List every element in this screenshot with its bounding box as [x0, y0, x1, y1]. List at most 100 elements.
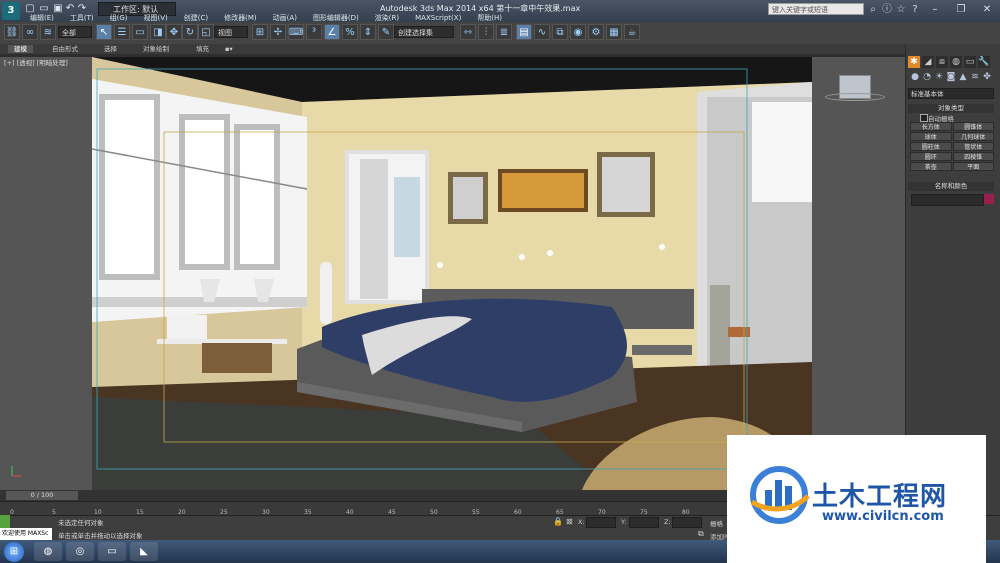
- object-type-button[interactable]: 平面: [952, 162, 994, 171]
- z-label: Z:: [664, 518, 671, 526]
- create-tab-icon[interactable]: ✱: [908, 56, 920, 68]
- object-name-field[interactable]: [911, 194, 984, 206]
- hierarchy-tab-icon[interactable]: ⧈: [936, 56, 948, 68]
- object-type-button[interactable]: 圆柱体: [910, 142, 952, 151]
- schematic-view-icon[interactable]: ⧉: [552, 24, 568, 40]
- name-color-rollout[interactable]: 名称和颜色: [908, 182, 994, 191]
- select-manipulate-icon[interactable]: ✢: [270, 24, 286, 40]
- reference-coord-dropdown[interactable]: 视图: [214, 26, 248, 38]
- render-setup-icon[interactable]: ⚙: [588, 24, 604, 40]
- binoculars-icon[interactable]: ⌕: [866, 3, 880, 17]
- object-type-buttons: 长方体 圆锥体 球体 几何球体 圆柱体 管状体 圆环 四棱锥 茶壶 平面: [910, 122, 994, 171]
- x-coordinate-field[interactable]: [586, 517, 616, 528]
- viewport-label[interactable]: [+] [透视] [明暗处理]: [4, 57, 68, 67]
- autogrid-checkbox[interactable]: [920, 114, 928, 122]
- rotate-icon[interactable]: ↻: [182, 24, 198, 40]
- z-coordinate-field[interactable]: [672, 517, 702, 528]
- file-explorer-icon[interactable]: ▭: [98, 542, 126, 561]
- scale-icon[interactable]: ◱: [198, 24, 214, 40]
- rectangle-select-icon[interactable]: ▭: [132, 24, 148, 40]
- lock-icon[interactable]: 🔒: [553, 517, 563, 526]
- move-icon[interactable]: ✥: [166, 24, 182, 40]
- select-by-name-icon[interactable]: ☰: [114, 24, 130, 40]
- tab-object-paint[interactable]: 对象绘制: [143, 45, 169, 53]
- object-type-button[interactable]: 圆锥体: [952, 122, 994, 131]
- isolate-icon[interactable]: ⊠: [566, 517, 573, 526]
- info-icon[interactable]: ⓘ: [880, 3, 894, 17]
- object-type-button[interactable]: 管状体: [952, 142, 994, 151]
- browser-icon[interactable]: ◎: [66, 542, 94, 561]
- object-type-button[interactable]: 长方体: [910, 122, 952, 131]
- keyboard-shortcut-icon[interactable]: ⌨: [288, 24, 304, 40]
- time-slider-thumb[interactable]: 0 / 100: [6, 491, 78, 500]
- prompt-line: 单击或单击并拖动以选择对象: [58, 532, 143, 540]
- named-selection-dropdown[interactable]: 创建选择集: [394, 26, 454, 38]
- rendered-frame-icon[interactable]: ▦: [606, 24, 622, 40]
- watermark-url: www.civilcn.com: [822, 509, 944, 524]
- object-type-button[interactable]: 四棱锥: [952, 152, 994, 161]
- watermark-title: 土木工程网: [812, 482, 948, 512]
- search-input[interactable]: 键入关键字或短语: [768, 3, 864, 15]
- maxscript-listener-button[interactable]: [0, 515, 10, 528]
- geometry-icon[interactable]: ●: [910, 72, 920, 82]
- layer-manager-icon[interactable]: ≣: [496, 24, 512, 40]
- material-editor-icon[interactable]: ◉: [570, 24, 586, 40]
- rendered-bedroom-scene: [92, 57, 812, 490]
- close-button[interactable]: ✕: [974, 2, 1000, 18]
- object-type-rollout[interactable]: 对象类型: [908, 104, 994, 113]
- wechat-icon[interactable]: ◍: [34, 542, 62, 561]
- minimize-button[interactable]: –: [922, 2, 948, 18]
- select-object-icon[interactable]: ↖: [96, 24, 112, 40]
- star-icon[interactable]: ☆: [894, 3, 908, 17]
- angle-snap-icon[interactable]: ∠: [324, 24, 340, 40]
- object-type-button[interactable]: 圆环: [910, 152, 952, 161]
- start-button[interactable]: ⊞: [4, 542, 24, 562]
- help-icon[interactable]: ?: [908, 3, 922, 17]
- mirror-icon[interactable]: ⇿: [460, 24, 476, 40]
- selection-filter-dropdown[interactable]: 全部: [58, 26, 92, 38]
- bind-spacewarp-icon[interactable]: ≋: [40, 24, 56, 40]
- viewcube-compass[interactable]: [825, 93, 885, 101]
- tab-selection[interactable]: 选择: [104, 45, 117, 53]
- systems-icon[interactable]: ✤: [982, 72, 992, 82]
- link-icon[interactable]: ⛓: [4, 24, 20, 40]
- tab-populate[interactable]: 填充: [196, 45, 209, 53]
- curve-editor-icon[interactable]: ∿: [534, 24, 550, 40]
- 3dsmax-taskbar-icon[interactable]: ◣: [130, 542, 158, 561]
- unlink-icon[interactable]: ∞: [22, 24, 38, 40]
- utilities-tab-icon[interactable]: 🔧: [978, 56, 990, 68]
- pivot-center-icon[interactable]: ⊞: [252, 24, 268, 40]
- helpers-icon[interactable]: ▲: [958, 72, 968, 82]
- tab-freeform[interactable]: 自由形式: [52, 45, 78, 53]
- object-color-swatch[interactable]: [984, 194, 994, 204]
- edit-named-sel-icon[interactable]: ✎: [378, 24, 394, 40]
- y-coordinate-field[interactable]: [629, 517, 659, 528]
- lights-icon[interactable]: ☀: [934, 72, 944, 82]
- tab-modeling[interactable]: 建模: [8, 45, 33, 53]
- cameras-icon[interactable]: ◙: [946, 72, 956, 82]
- restore-button[interactable]: ❐: [948, 2, 974, 18]
- time-tag-icon[interactable]: ⧉: [698, 529, 704, 539]
- primitive-type-dropdown[interactable]: 标准基本体: [908, 88, 994, 99]
- app-logo[interactable]: 3: [2, 2, 20, 20]
- motion-tab-icon[interactable]: ◍: [950, 56, 962, 68]
- shapes-icon[interactable]: ◔: [922, 72, 932, 82]
- civilcn-logo: [750, 466, 810, 524]
- display-tab-icon[interactable]: ▭: [964, 56, 976, 68]
- ribbon-expand-icon[interactable]: ▪▾: [225, 45, 233, 53]
- spinner-snap-icon[interactable]: ⇕: [360, 24, 376, 40]
- modify-tab-icon[interactable]: ◢: [922, 56, 934, 68]
- object-type-button[interactable]: 茶壶: [910, 162, 952, 171]
- percent-snap-icon[interactable]: %: [342, 24, 358, 40]
- window-crossing-icon[interactable]: ◨: [150, 24, 166, 40]
- ribbon-toggle-icon[interactable]: ▤: [516, 24, 532, 40]
- snaps-toggle-icon[interactable]: ³: [306, 24, 322, 40]
- maxscript-mini-listener[interactable]: 欢迎使用 MAXSc: [0, 528, 52, 540]
- object-type-button[interactable]: 几何球体: [952, 132, 994, 141]
- perspective-viewport[interactable]: [+] [透视] [明暗处理]: [0, 57, 905, 490]
- object-type-button[interactable]: 球体: [910, 132, 952, 141]
- spacewarps-icon[interactable]: ≋: [970, 72, 980, 82]
- selection-status: 未选定任何对象: [58, 519, 104, 527]
- align-icon[interactable]: ⫶: [478, 24, 494, 40]
- render-teapot-icon[interactable]: ☕: [624, 24, 640, 40]
